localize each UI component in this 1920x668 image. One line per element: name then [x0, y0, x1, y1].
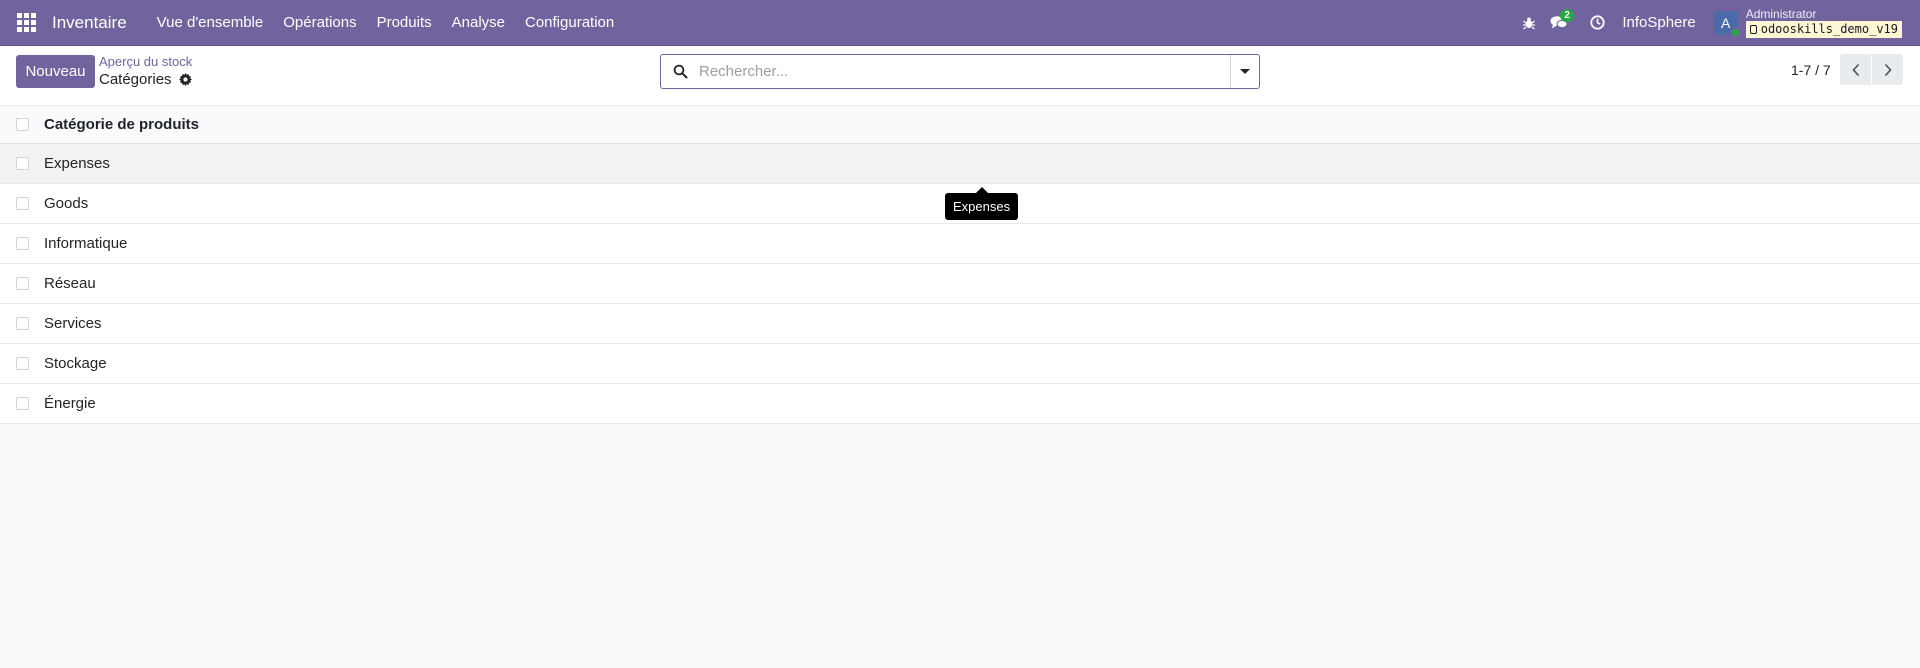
- table-row[interactable]: Services: [0, 304, 1920, 344]
- table-row[interactable]: Réseau: [0, 264, 1920, 304]
- row-checkbox[interactable]: [16, 197, 29, 210]
- row-checkbox[interactable]: [16, 317, 29, 330]
- app-name[interactable]: Inventaire: [52, 13, 137, 33]
- pager-next-button[interactable]: [1872, 54, 1903, 85]
- bug-icon[interactable]: [1514, 0, 1544, 46]
- menu-configuration[interactable]: Configuration: [515, 0, 624, 46]
- company-switcher[interactable]: InfoSphere: [1612, 14, 1705, 31]
- chat-icon[interactable]: 2: [1544, 0, 1574, 46]
- list-header: Catégorie de produits: [0, 106, 1920, 144]
- user-name: Administrator: [1745, 6, 1817, 21]
- table-row[interactable]: Expenses: [0, 144, 1920, 184]
- menu-analyse[interactable]: Analyse: [442, 0, 515, 46]
- database-icon: [1749, 24, 1757, 34]
- column-header-category[interactable]: Catégorie de produits: [44, 116, 199, 133]
- user-avatar[interactable]: A: [1713, 10, 1741, 38]
- category-name: Informatique: [44, 235, 128, 252]
- clock-icon[interactable]: [1582, 0, 1612, 46]
- table-row[interactable]: Informatique: [0, 224, 1920, 264]
- row-checkbox[interactable]: [16, 397, 29, 410]
- search-input[interactable]: [699, 56, 1230, 87]
- category-name: Goods: [44, 195, 89, 212]
- apps-grid-icon[interactable]: [0, 0, 52, 46]
- user-menu[interactable]: Administrator odooskills_demo_v19: [1745, 6, 1902, 38]
- category-name: Expenses: [44, 155, 110, 172]
- row-tooltip: Expenses: [945, 187, 1019, 220]
- pager-previous-button[interactable]: [1840, 54, 1871, 85]
- database-badge: odooskills_demo_v19: [1745, 20, 1902, 38]
- messages-badge: 2: [1560, 8, 1574, 22]
- breadcrumb-current: Catégories: [99, 71, 192, 88]
- chevron-right-icon: [1884, 63, 1892, 76]
- category-name: Énergie: [44, 395, 96, 412]
- row-checkbox[interactable]: [16, 277, 29, 290]
- chevron-left-icon: [1851, 63, 1859, 76]
- table-row[interactable]: Stockage: [0, 344, 1920, 384]
- search-icon: [661, 55, 699, 88]
- row-checkbox[interactable]: [16, 237, 29, 250]
- select-all-checkbox[interactable]: [16, 118, 29, 131]
- avatar-letter: A: [1721, 14, 1731, 31]
- page-title: Catégories: [99, 71, 172, 88]
- category-name: Réseau: [44, 275, 96, 292]
- category-name: Stockage: [44, 355, 107, 372]
- category-list: Catégorie de produits Expenses Goods Inf…: [0, 106, 1920, 424]
- gear-icon[interactable]: [178, 73, 192, 86]
- breadcrumb-parent[interactable]: Aperçu du stock: [99, 54, 192, 69]
- row-checkbox[interactable]: [16, 157, 29, 170]
- control-panel: Nouveau Aperçu du stock Catégories 1-7 /…: [0, 46, 1920, 106]
- online-status-icon: [1729, 26, 1741, 38]
- top-navbar: Inventaire Vue d'ensemble Opérations Pro…: [0, 0, 1920, 46]
- row-checkbox[interactable]: [16, 357, 29, 370]
- search-bar: [660, 54, 1260, 89]
- menu-produits[interactable]: Produits: [367, 0, 442, 46]
- database-name: odooskills_demo_v19: [1760, 21, 1898, 36]
- search-options-toggle[interactable]: [1230, 55, 1259, 88]
- menu-vue-ensemble[interactable]: Vue d'ensemble: [147, 0, 274, 46]
- new-button[interactable]: Nouveau: [16, 55, 95, 88]
- menu-operations[interactable]: Opérations: [273, 0, 366, 46]
- main-menu: Vue d'ensemble Opérations Produits Analy…: [147, 0, 625, 46]
- table-row[interactable]: Énergie: [0, 384, 1920, 424]
- caret-down-icon: [1240, 69, 1250, 74]
- systray: 2 InfoSphere A Administrator odooskills_…: [1514, 0, 1920, 46]
- category-name: Services: [44, 315, 102, 332]
- pager-value[interactable]: 1-7 / 7: [1791, 62, 1831, 78]
